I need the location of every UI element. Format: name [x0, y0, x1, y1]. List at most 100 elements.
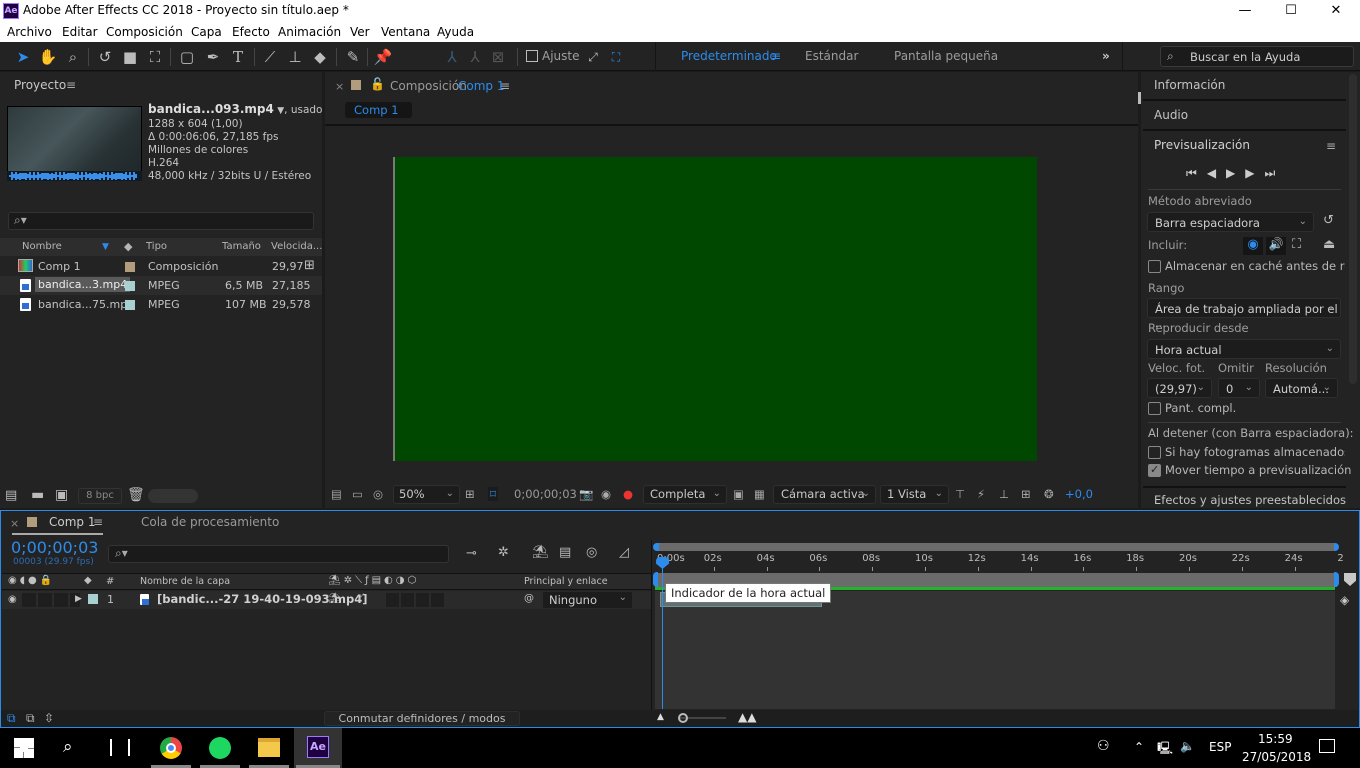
eraser-tool-icon[interactable]: ◆ [310, 47, 330, 67]
taskbar-search-icon[interactable]: ⌕ [63, 737, 73, 757]
reset-icon[interactable]: ↺ [1323, 213, 1334, 228]
comp-label-color[interactable] [351, 80, 361, 90]
project-panel-title[interactable]: Proyecto [14, 78, 66, 92]
project-item-comp[interactable]: Comp 1 Composición 29,97 ⊞ [0, 257, 322, 276]
snap-checkbox[interactable] [526, 50, 538, 62]
reset-exposure-icon[interactable]: ❂ [1044, 487, 1054, 501]
panel-menu-icon[interactable]: ≡ [500, 79, 510, 93]
project-item-footage[interactable]: bandica...75.mp4 MPEG 107 MB 29,578 [0, 295, 322, 314]
col-size[interactable]: Tamaño [222, 241, 261, 252]
include-video-icon[interactable]: ◉ [1243, 237, 1263, 255]
if-cached-checkbox[interactable] [1148, 446, 1161, 459]
project-search-input[interactable]: ⌕▾ [8, 212, 314, 230]
roto-brush-tool-icon[interactable]: ✎ [343, 47, 363, 67]
lock-icon[interactable]: 🔓 [370, 77, 385, 91]
lock-icon[interactable]: 🔒 [40, 575, 55, 586]
workspace-estandar[interactable]: Estándar [805, 49, 858, 63]
network-icon[interactable]: 🖳 [1157, 739, 1173, 760]
switch-cells[interactable] [22, 593, 80, 607]
clock-date[interactable]: 27/05/2018 [1242, 750, 1311, 764]
close-tab-icon[interactable]: × [10, 517, 19, 530]
new-folder-icon[interactable]: ▬ [31, 487, 44, 503]
chrome-icon[interactable] [160, 737, 182, 759]
layer-track-area[interactable] [655, 591, 1335, 709]
include-overlays-icon[interactable]: ⛶ [1292, 237, 1301, 252]
first-frame-icon[interactable]: ⏮ [1186, 166, 1207, 180]
exposure-value[interactable]: +0,0 [1065, 487, 1093, 501]
fast-previews-icon[interactable]: ▣ [733, 487, 744, 501]
menu-ver[interactable]: Ver [350, 25, 370, 39]
safe-margins-icon[interactable]: ⊞ [465, 487, 475, 501]
project-item-footage[interactable]: bandica...3.mp4 MPEG 6,5 MB 27,185 [0, 276, 322, 295]
menu-animacion[interactable]: Animación [278, 25, 341, 39]
flowchart-icon[interactable]: ⊞ [1021, 487, 1031, 501]
camera-dropdown[interactable]: Cámara activa ⌄ [773, 485, 876, 504]
monitor-icon[interactable]: ▭ [352, 487, 363, 501]
volume-icon[interactable]: 🔈 [1180, 739, 1195, 753]
last-frame-icon[interactable]: ⏭ [1265, 166, 1286, 180]
sort-desc-icon[interactable]: ▼ [102, 242, 109, 252]
pen-tool-icon[interactable]: ✒ [203, 47, 223, 67]
work-area-start[interactable] [653, 572, 658, 587]
audio-panel-tab[interactable]: Audio [1154, 108, 1188, 122]
bit-depth-button[interactable]: 8 bpc [78, 488, 122, 504]
next-frame-icon[interactable]: ▶ [1245, 166, 1264, 180]
export-icon[interactable]: ⏏ [1323, 237, 1335, 252]
interpret-footage-icon[interactable]: ▤ [5, 488, 17, 503]
shortcut-dropdown[interactable]: Barra espaciadora ⌄ [1147, 212, 1314, 232]
spotify-icon[interactable] [209, 737, 231, 759]
col-type[interactable]: Tipo [146, 241, 167, 252]
action-center-icon[interactable] [1319, 739, 1335, 753]
trash-icon[interactable]: 🗑 [127, 487, 145, 503]
menu-editar[interactable]: Editar [62, 25, 98, 39]
pick-whip-icon[interactable]: @ [524, 593, 534, 604]
close-button[interactable]: ✕ [1313, 0, 1359, 22]
draft-3d-icon[interactable]: ✲ [498, 545, 509, 560]
label-color[interactable] [125, 262, 135, 272]
comp-tab-comp1[interactable]: Comp 1 [345, 102, 412, 118]
preview-panel-title[interactable]: Previsualización [1154, 138, 1250, 152]
transfer-controls-icon[interactable]: ⧉ [26, 711, 35, 726]
minimize-button[interactable]: — [1222, 0, 1268, 22]
col-name[interactable]: Nombre [22, 241, 62, 252]
workspace-menu-icon[interactable]: ≡ [771, 49, 781, 63]
selection-tool-icon[interactable]: ➤ [13, 47, 33, 67]
zoom-tool-icon[interactable]: ⌕ [63, 47, 83, 67]
right-panel-scrollbar[interactable] [1349, 74, 1357, 384]
render-queue-tab[interactable]: Cola de procesamiento [141, 515, 279, 529]
solo-icon[interactable]: ● [28, 575, 40, 586]
audio-icon[interactable]: ◖ [20, 575, 28, 586]
clock-time[interactable]: 15:59 [1258, 732, 1293, 746]
label-color[interactable] [125, 300, 135, 310]
video-toggle-icon[interactable]: ◉ [8, 594, 17, 605]
help-search-input[interactable]: ⌕ Buscar en la Ayuda [1160, 46, 1354, 67]
workspace-predeterminado[interactable]: Predeterminado [681, 49, 777, 63]
timeline-tab-comp1[interactable]: Comp 1 [49, 515, 95, 529]
brush-tool-icon[interactable]: ⟋ [260, 47, 280, 67]
motion-blur-icon[interactable]: ◎ [586, 545, 597, 560]
toggle-pixel-aspect-icon[interactable]: ⊤ [955, 487, 965, 501]
cache-checkbox[interactable] [1148, 260, 1161, 273]
fast-preview-icon[interactable]: ⚡ [977, 487, 985, 501]
mask-visibility-icon[interactable]: ◎ [373, 487, 383, 501]
info-panel-tab[interactable]: Información [1154, 78, 1225, 92]
type-tool-icon[interactable]: T [228, 47, 248, 67]
label-tag-icon[interactable]: ◆ [124, 240, 132, 253]
workspace-pantalla-pequena[interactable]: Pantalla pequeña [894, 49, 998, 63]
view-axis-icon[interactable]: ⊠ [488, 47, 508, 67]
language-indicator[interactable]: ESP [1209, 740, 1231, 754]
local-axis-icon[interactable]: ⅄ [442, 47, 462, 67]
rectangle-tool-icon[interactable]: ▢ [177, 47, 197, 67]
shy-layers-icon[interactable]: ⛱ [532, 545, 549, 560]
menu-ventana[interactable]: Ventana [381, 25, 430, 39]
maximize-button[interactable]: ☐ [1268, 0, 1314, 22]
magnification-dropdown[interactable]: 50% ⌄ [393, 485, 460, 504]
puppet-pin-tool-icon[interactable]: 📌 [373, 47, 393, 67]
col-parent[interactable]: Principal y enlace [524, 576, 608, 587]
zoom-out-icon[interactable]: ▲ [657, 712, 664, 722]
region-of-interest-icon[interactable]: ⌑ [488, 487, 498, 501]
in-out-columns-icon[interactable]: ⇳ [44, 711, 54, 725]
move-time-checkbox[interactable] [1148, 463, 1161, 477]
task-view-icon[interactable] [110, 739, 130, 756]
menu-efecto[interactable]: Efecto [232, 25, 270, 39]
